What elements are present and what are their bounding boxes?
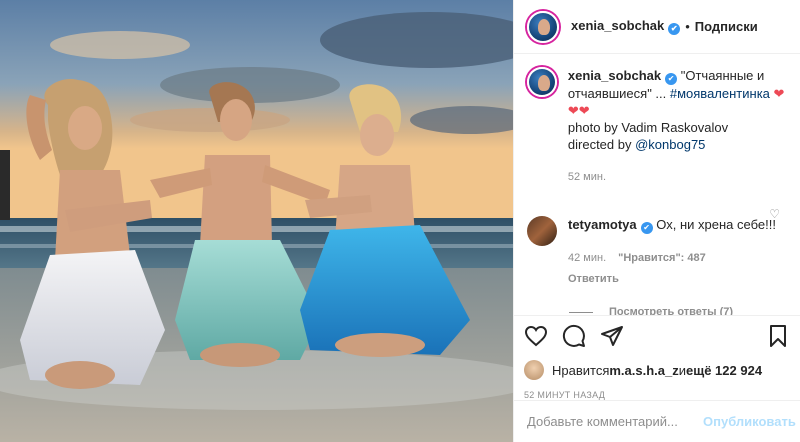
verified-badge-icon: ✔ xyxy=(668,23,681,35)
publish-button[interactable]: Опубликовать xyxy=(703,414,796,429)
commenter-username[interactable]: tetyamotya xyxy=(568,217,637,232)
comment-text: Ох, ни хрена себе!!! xyxy=(656,217,776,232)
post-photo[interactable] xyxy=(0,0,513,442)
caption-body: xenia_sobchak ✔ "Отчаянные и отчаявшиеся"… xyxy=(568,67,787,186)
likes-prefix: Нравится xyxy=(552,362,610,378)
likes-conjunction: и xyxy=(678,362,687,378)
commenter-avatar[interactable] xyxy=(527,216,557,246)
heart-icon[interactable] xyxy=(524,324,548,348)
caption-username[interactable]: xenia_sobchak xyxy=(568,68,661,83)
comment-input[interactable] xyxy=(527,414,703,429)
mention-link[interactable]: @konbog75 xyxy=(635,137,705,152)
author-username[interactable]: xenia_sobchak ✔ xyxy=(571,18,681,35)
caption: xenia_sobchak ✔ "Отчаянные и отчаявшиеся"… xyxy=(527,67,787,186)
verified-badge-icon: ✔ xyxy=(665,73,678,85)
instagram-post: xenia_sobchak ✔ • Подписки xenia_sobchak ✔… xyxy=(0,0,800,442)
red-heart-emoji: ❤ xyxy=(773,86,785,101)
post-timestamp[interactable]: 52 МИНУТ НАЗАД xyxy=(524,390,790,400)
comment-likes[interactable]: "Нравится": 487 xyxy=(618,252,706,264)
comment: tetyamotya ✔ Ох, ни хрена себе!!! 42 мин.… xyxy=(527,216,787,288)
reply-button[interactable]: Ответить xyxy=(568,271,787,288)
caption-avatar[interactable] xyxy=(527,67,557,97)
following-button[interactable]: Подписки xyxy=(695,19,758,34)
action-icons xyxy=(524,324,790,348)
bookmark-icon[interactable] xyxy=(766,324,790,348)
comments-section: xenia_sobchak ✔ "Отчаянные и отчаявшиеся"… xyxy=(514,55,800,315)
separator-dot: • xyxy=(685,19,690,34)
caption-time: 52 мин. xyxy=(567,171,607,183)
add-comment-bar: Опубликовать xyxy=(514,400,800,442)
comment-time: 42 мин. xyxy=(568,252,607,264)
beach-photo-image xyxy=(0,0,513,442)
post-sidebar: xenia_sobchak ✔ • Подписки xenia_sobchak ✔… xyxy=(513,0,800,442)
red-heart-emoji: ❤❤ xyxy=(567,103,590,118)
share-icon[interactable] xyxy=(600,324,624,348)
verified-badge-icon: ✔ xyxy=(640,222,653,234)
liker-username[interactable]: m.a.s.h.a_z xyxy=(609,363,678,378)
director-credit-prefix: directed by xyxy=(567,137,636,152)
likes-count[interactable]: ещё 122 924 xyxy=(686,363,762,378)
liker-avatar[interactable] xyxy=(524,360,544,380)
comment-like-heart-icon[interactable]: ♡ xyxy=(769,207,780,221)
comment-icon[interactable] xyxy=(562,324,586,348)
hashtag-link[interactable]: #моявалентинка xyxy=(670,86,770,101)
comment-meta: 42 мин. "Нравится": 487 Ответить xyxy=(568,250,787,288)
view-replies-link[interactable]: Посмотреть ответы (7) xyxy=(569,306,787,315)
post-actions: Нравится m.a.s.h.a_z и ещё 122 924 52 МИ… xyxy=(514,315,800,400)
post-header: xenia_sobchak ✔ • Подписки xyxy=(514,0,800,54)
likes-summary: Нравится m.a.s.h.a_z и ещё 122 924 xyxy=(524,360,790,380)
comment-body: tetyamotya ✔ Ох, ни хрена себе!!! 42 мин.… xyxy=(568,216,787,288)
photo-credit: photo by Vadim Raskovalov xyxy=(567,120,729,135)
author-avatar[interactable] xyxy=(527,10,559,43)
